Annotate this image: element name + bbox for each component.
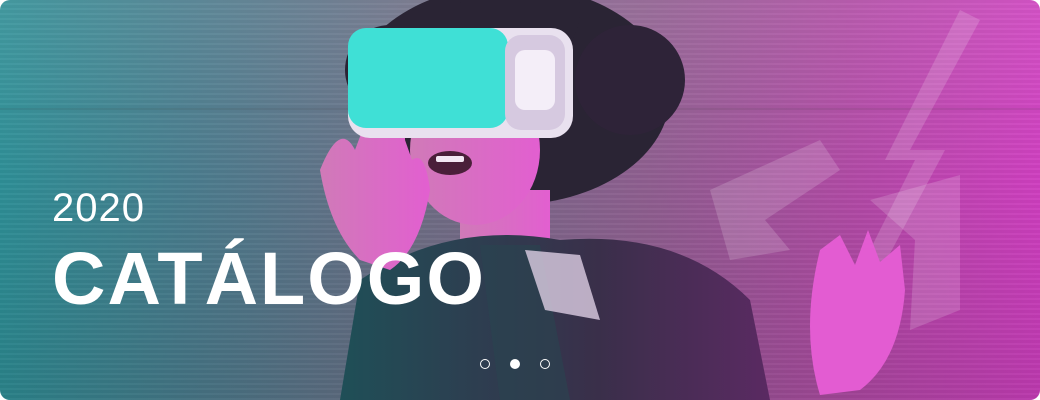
carousel-dot-3[interactable]: [540, 359, 550, 369]
carousel-dot-1[interactable]: [480, 359, 490, 369]
catalog-hero-banner: 2020 CATÁLOGO: [0, 0, 1040, 400]
catalog-title: CATÁLOGO: [52, 237, 486, 320]
carousel-indicators: [480, 359, 550, 369]
banner-heading-group: 2020 CATÁLOGO: [52, 186, 486, 322]
carousel-dot-2[interactable]: [510, 359, 520, 369]
catalog-year: 2020: [52, 186, 145, 230]
